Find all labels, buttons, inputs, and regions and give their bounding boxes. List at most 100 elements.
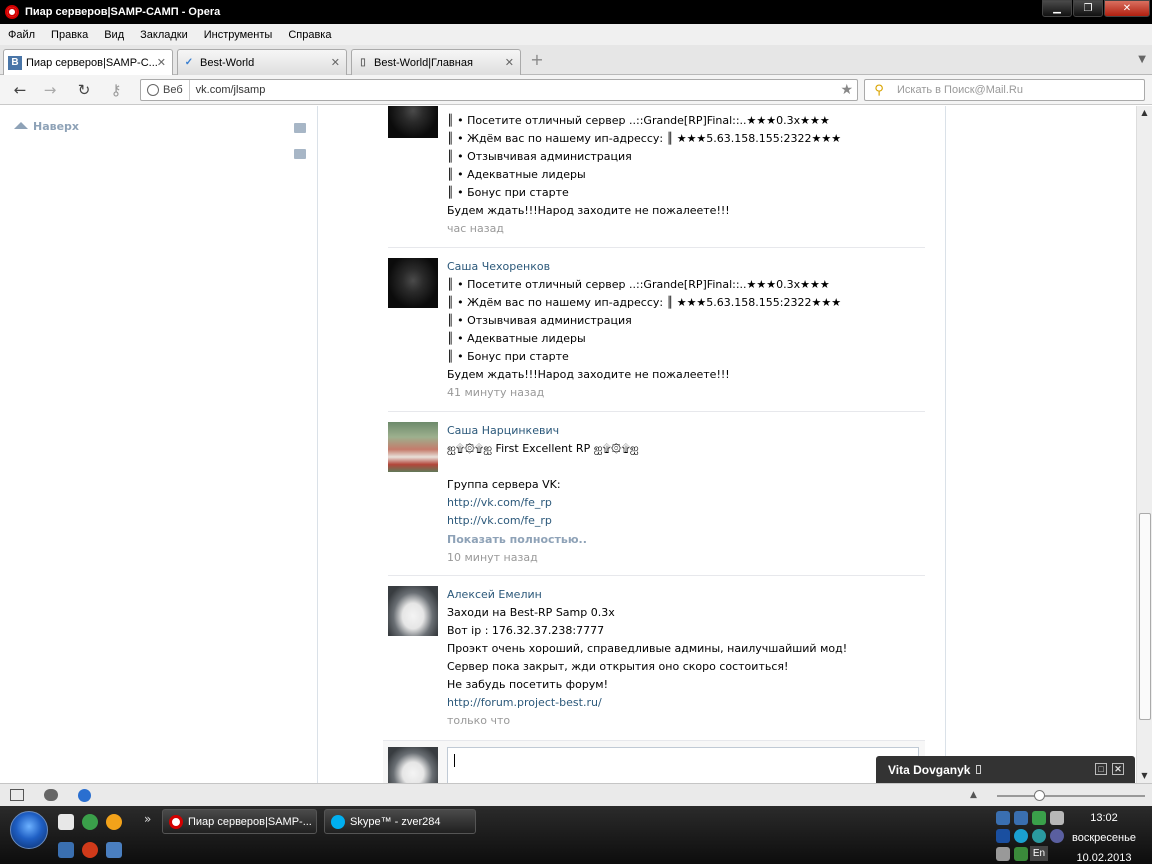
new-tab-plus-icon[interactable]: + — [529, 52, 545, 68]
globe-tray-icon[interactable] — [1014, 829, 1028, 843]
close-window-button[interactable]: ✕ — [1104, 0, 1150, 17]
menu-view[interactable]: Вид — [96, 29, 132, 41]
menu-edit[interactable]: Правка — [43, 29, 96, 41]
web-badge[interactable]: Веб — [141, 80, 190, 100]
post-author-link[interactable]: Алексей Емелин — [447, 586, 917, 604]
my-avatar[interactable] — [388, 747, 438, 783]
opera-turbo-icon[interactable] — [78, 789, 91, 802]
chat-popup[interactable]: Vita Dovganyk □ ✕ — [876, 756, 1135, 783]
tab-best-world[interactable]: ✓ Best-World ✕ — [177, 49, 347, 75]
quicklaunch-firefox-icon[interactable] — [106, 814, 122, 830]
check-favicon-icon: ✓ — [184, 57, 194, 68]
post-line: ║ • Бонус при старте — [447, 350, 569, 363]
show-more-link[interactable]: Показать полностью.. — [447, 531, 917, 549]
post-author-link[interactable]: Саша Чехоренков — [447, 258, 917, 276]
tab-close-icon[interactable]: ✕ — [331, 56, 340, 69]
back-arrow-icon[interactable]: ← — [10, 81, 30, 99]
vk-favicon-icon: B — [8, 55, 22, 70]
reload-icon[interactable]: ↻ — [74, 81, 94, 99]
connection-icon[interactable] — [1014, 847, 1028, 861]
opera-unite-cloud-icon[interactable] — [44, 789, 58, 801]
tab-menu-chevron-down-icon[interactable]: ▼ — [1138, 54, 1146, 65]
author-avatar[interactable] — [388, 422, 438, 472]
opera-icon — [169, 814, 183, 829]
zoom-slider-knob[interactable] — [1034, 790, 1045, 801]
windows-start-button[interactable] — [10, 811, 48, 849]
quicklaunch-monitor-icon[interactable] — [106, 842, 122, 858]
wall-post: ║ • Посетите отличный сервер ..::Grande[… — [388, 106, 925, 248]
phi-icon[interactable] — [996, 829, 1010, 843]
taskbar-overflow-icon[interactable]: » — [144, 812, 151, 826]
zoom-up-arrow-icon[interactable]: ▲ — [970, 790, 977, 800]
scroll-thumb[interactable] — [1139, 513, 1151, 720]
quicklaunch-desktop-icon[interactable] — [58, 842, 74, 858]
globe-icon — [147, 84, 159, 96]
author-avatar[interactable] — [388, 106, 438, 138]
minimize-button[interactable]: ▁ — [1042, 0, 1072, 17]
windows-taskbar: » Пиар серверов|SAMP-... Skype™ - zver28… — [0, 806, 1152, 864]
forward-arrow-icon[interactable]: → — [40, 81, 60, 99]
search-engine-icon[interactable]: ⚲ — [865, 83, 893, 98]
menu-tools[interactable]: Инструменты — [196, 29, 281, 41]
chat-restore-button[interactable]: □ — [1095, 763, 1107, 775]
panel-toggle-icon[interactable] — [10, 789, 24, 801]
post-line: ║ • Бонус при старте — [447, 186, 569, 199]
post-link[interactable]: http://vk.com/fe_rp — [447, 512, 917, 530]
post-line: Не забудь посетить форум! — [447, 678, 609, 691]
scroll-down-arrow-icon[interactable]: ▼ — [1137, 769, 1152, 783]
maximize-button[interactable]: ❐ — [1073, 0, 1103, 17]
post-link[interactable]: http://forum.project-best.ru/ — [447, 694, 917, 712]
author-avatar[interactable] — [388, 586, 438, 636]
menu-bookmarks[interactable]: Закладки — [132, 29, 196, 41]
tab-close-icon[interactable]: ✕ — [157, 56, 166, 69]
key-icon[interactable]: ⚷ — [106, 81, 126, 99]
zoom-slider[interactable] — [997, 790, 1145, 801]
post-line: Вот ip : 176.32.37.238:7777 — [447, 624, 605, 637]
chat-close-button[interactable]: ✕ — [1112, 763, 1124, 775]
menu-file[interactable]: Файл — [0, 29, 43, 41]
tab-bar: B Пиар серверов|SAMP-С... ✕ ✓ Best-World… — [0, 45, 1152, 75]
opera-logo-icon — [5, 5, 19, 19]
post-time[interactable]: 41 минуту назад — [447, 384, 917, 402]
page-scrollbar[interactable]: ▲ ▼ — [1136, 106, 1152, 783]
address-field[interactable]: Веб vk.com/jlsamp ★ — [140, 79, 858, 101]
bookmark-star-icon[interactable]: ★ — [840, 82, 853, 98]
taskbar-skype-button[interactable]: Skype™ - zver284 — [324, 809, 476, 834]
quicklaunch-chrome-icon[interactable] — [82, 842, 98, 858]
post-line: Сервер пока закрыт, жди открытия оно ско… — [447, 660, 789, 673]
tab-close-icon[interactable]: ✕ — [505, 56, 514, 69]
post-line: Заходи на Best-RP Samp 0.3x — [447, 606, 615, 619]
network-icon[interactable] — [996, 811, 1010, 825]
sync-icon[interactable] — [1032, 829, 1046, 843]
power-icon[interactable] — [1050, 829, 1064, 843]
volume-icon[interactable] — [996, 847, 1010, 861]
tab-piar-serverov[interactable]: B Пиар серверов|SAMP-С... ✕ — [3, 49, 173, 75]
quicklaunch-documents-icon[interactable] — [58, 814, 74, 830]
quicklaunch-browser-icon[interactable] — [82, 814, 98, 830]
messages-icon[interactable] — [294, 123, 306, 133]
post-input[interactable] — [447, 747, 919, 783]
post-line: ║ • Посетите отличный сервер ..::Grande[… — [447, 114, 830, 127]
taskbar-opera-button[interactable]: Пиар серверов|SAMP-... — [162, 809, 317, 834]
chat-contact-name[interactable]: Vita Dovganyk — [888, 763, 970, 777]
comments-icon[interactable] — [294, 149, 306, 159]
scroll-up-arrow-icon[interactable]: ▲ — [1137, 106, 1152, 120]
url-text[interactable]: vk.com/jlsamp — [196, 84, 266, 96]
author-avatar[interactable] — [388, 258, 438, 308]
post-time[interactable]: 10 минут назад — [447, 549, 917, 567]
post-time[interactable]: только что — [447, 712, 917, 730]
flag-icon[interactable] — [1050, 811, 1064, 825]
antivirus-icon[interactable] — [1032, 811, 1046, 825]
menu-help[interactable]: Справка — [280, 29, 339, 41]
post-link[interactable]: http://vk.com/fe_rp — [447, 494, 917, 512]
taskbar-item-label: Пиар серверов|SAMP-... — [188, 815, 312, 828]
search-field[interactable]: ⚲ Искать в Поиск@Mail.Ru — [864, 79, 1145, 101]
tab-best-world-main[interactable]: ▯ Best-World|Главная ✕ — [351, 49, 521, 75]
post-time[interactable]: час назад — [447, 220, 917, 238]
system-clock[interactable]: 13:02 воскресенье 10.02.2013 — [1064, 810, 1144, 864]
post-author-link[interactable]: Саша Нарцинкевич — [447, 422, 917, 440]
tab-label: Пиар серверов|SAMP-С... — [26, 56, 158, 69]
language-indicator[interactable]: En — [1030, 846, 1048, 861]
scroll-up-link[interactable]: Наверх — [14, 120, 79, 133]
network-2-icon[interactable] — [1014, 811, 1028, 825]
